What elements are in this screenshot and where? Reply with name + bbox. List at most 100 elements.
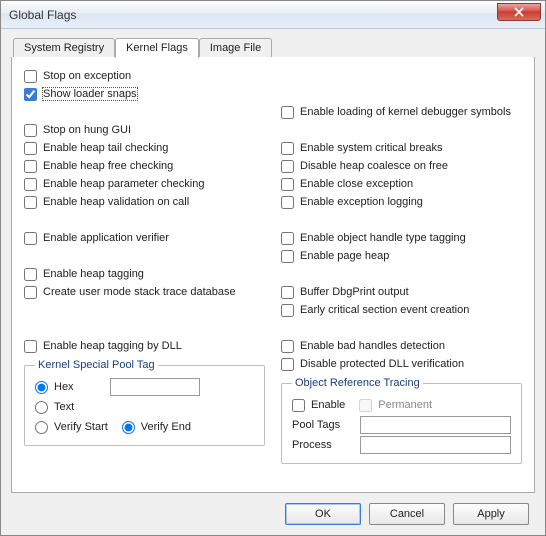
checkbox[interactable]: [281, 340, 294, 353]
checkbox[interactable]: [24, 88, 37, 101]
chk-enable-application-verifier[interactable]: Enable application verifier: [24, 229, 265, 247]
group-kernel-special-pool-tag: Kernel Special Pool Tag Hex Text: [24, 359, 265, 446]
checkbox-label: Enable object handle type tagging: [300, 232, 466, 244]
checkbox[interactable]: [24, 232, 37, 245]
radio-label: Verify Start: [54, 421, 108, 433]
chk-ort-enable[interactable]: Enable: [292, 396, 345, 414]
right-column: Enable loading of kernel debugger symbol…: [281, 67, 522, 464]
checkbox[interactable]: [292, 399, 305, 412]
checkbox[interactable]: [24, 142, 37, 155]
checkbox-label: Enable heap tagging: [43, 268, 144, 280]
tab-label: Kernel Flags: [126, 42, 188, 54]
checkbox-label: Buffer DbgPrint output: [300, 286, 409, 298]
pool-tags-label: Pool Tags: [292, 419, 354, 431]
radio[interactable]: [122, 421, 135, 434]
left-column: Stop on exception Show loader snaps Stop…: [24, 67, 265, 464]
tab-kernel-flags[interactable]: Kernel Flags: [115, 38, 199, 58]
chk-enable-heap-parameter-checking[interactable]: Enable heap parameter checking: [24, 175, 265, 193]
checkbox[interactable]: [281, 196, 294, 209]
radio[interactable]: [35, 401, 48, 414]
checkbox[interactable]: [281, 250, 294, 263]
chk-enable-object-handle-type-tagging[interactable]: Enable object handle type tagging: [281, 229, 522, 247]
radio-verify-end[interactable]: Verify End: [122, 417, 191, 437]
group-legend: Object Reference Tracing: [292, 377, 423, 389]
checkbox[interactable]: [281, 304, 294, 317]
group-legend: Kernel Special Pool Tag: [35, 359, 158, 371]
tab-system-registry[interactable]: System Registry: [13, 38, 115, 57]
checkbox-label: Enable: [311, 399, 345, 411]
ok-button[interactable]: OK: [285, 503, 361, 525]
checkbox[interactable]: [281, 160, 294, 173]
checkbox-label: Disable heap coalesce on free: [300, 160, 448, 172]
pool-tags-input[interactable]: [360, 416, 511, 434]
checkbox[interactable]: [24, 286, 37, 299]
pool-tag-input[interactable]: [110, 378, 200, 396]
checkbox-label: Enable page heap: [300, 250, 389, 262]
checkbox: [359, 399, 372, 412]
chk-enable-system-critical-breaks[interactable]: Enable system critical breaks: [281, 139, 522, 157]
client-area: System Registry Kernel Flags Image File …: [1, 29, 545, 535]
checkbox-label: Enable system critical breaks: [300, 142, 442, 154]
checkbox-label: Show loader snaps: [43, 88, 137, 100]
checkbox[interactable]: [281, 142, 294, 155]
checkbox[interactable]: [24, 268, 37, 281]
checkbox[interactable]: [281, 232, 294, 245]
radio[interactable]: [35, 381, 48, 394]
radio-text[interactable]: Text: [35, 397, 254, 417]
dialog-button-row: OK Cancel Apply: [11, 493, 535, 525]
chk-disable-protected-dll-verification[interactable]: Disable protected DLL verification: [281, 355, 522, 373]
checkbox-label: Enable exception logging: [300, 196, 423, 208]
checkbox-label: Enable heap validation on call: [43, 196, 189, 208]
tab-image-file[interactable]: Image File: [199, 38, 272, 57]
process-label: Process: [292, 439, 354, 451]
tab-label: System Registry: [24, 42, 104, 54]
process-input[interactable]: [360, 436, 511, 454]
chk-disable-heap-coalesce-on-free[interactable]: Disable heap coalesce on free: [281, 157, 522, 175]
checkbox[interactable]: [281, 358, 294, 371]
chk-enable-heap-free-checking[interactable]: Enable heap free checking: [24, 157, 265, 175]
chk-enable-page-heap[interactable]: Enable page heap: [281, 247, 522, 265]
chk-enable-close-exception[interactable]: Enable close exception: [281, 175, 522, 193]
chk-enable-bad-handles-detection[interactable]: Enable bad handles detection: [281, 337, 522, 355]
checkbox[interactable]: [24, 178, 37, 191]
button-label: Cancel: [390, 508, 424, 520]
chk-enable-heap-tail-checking[interactable]: Enable heap tail checking: [24, 139, 265, 157]
tab-label: Image File: [210, 42, 261, 54]
cancel-button[interactable]: Cancel: [369, 503, 445, 525]
checkbox-label: Enable heap parameter checking: [43, 178, 204, 190]
close-icon: [514, 7, 524, 17]
checkbox[interactable]: [281, 106, 294, 119]
checkbox-label: Stop on hung GUI: [43, 124, 131, 136]
button-label: Apply: [477, 508, 505, 520]
chk-enable-exception-logging[interactable]: Enable exception logging: [281, 193, 522, 211]
checkbox-label: Disable protected DLL verification: [300, 358, 464, 370]
checkbox[interactable]: [24, 124, 37, 137]
chk-enable-heap-tagging[interactable]: Enable heap tagging: [24, 265, 265, 283]
radio-verify-start[interactable]: Verify Start: [35, 417, 108, 437]
checkbox-label: Enable application verifier: [43, 232, 169, 244]
chk-enable-heap-validation-on-call[interactable]: Enable heap validation on call: [24, 193, 265, 211]
checkbox[interactable]: [24, 340, 37, 353]
chk-show-loader-snaps[interactable]: Show loader snaps: [24, 85, 265, 103]
checkbox-label: Early critical section event creation: [300, 304, 469, 316]
radio-label: Hex: [54, 381, 74, 393]
chk-early-critical-section-event-creation[interactable]: Early critical section event creation: [281, 301, 522, 319]
chk-stop-on-exception[interactable]: Stop on exception: [24, 67, 265, 85]
checkbox[interactable]: [24, 160, 37, 173]
checkbox-label: Enable heap tail checking: [43, 142, 168, 154]
checkbox[interactable]: [281, 286, 294, 299]
chk-enable-heap-tagging-by-dll[interactable]: Enable heap tagging by DLL: [24, 337, 265, 355]
chk-create-user-mode-stack-trace-db[interactable]: Create user mode stack trace database: [24, 283, 265, 301]
window-title: Global Flags: [9, 8, 76, 22]
checkbox[interactable]: [24, 196, 37, 209]
chk-buffer-dbgprint-output[interactable]: Buffer DbgPrint output: [281, 283, 522, 301]
button-label: OK: [315, 508, 331, 520]
chk-stop-on-hung-gui[interactable]: Stop on hung GUI: [24, 121, 265, 139]
radio-hex[interactable]: Hex: [35, 377, 74, 397]
checkbox[interactable]: [281, 178, 294, 191]
apply-button[interactable]: Apply: [453, 503, 529, 525]
radio[interactable]: [35, 421, 48, 434]
chk-enable-loading-kernel-dbg-symbols[interactable]: Enable loading of kernel debugger symbol…: [281, 103, 522, 121]
checkbox[interactable]: [24, 70, 37, 83]
close-button[interactable]: [497, 3, 541, 21]
